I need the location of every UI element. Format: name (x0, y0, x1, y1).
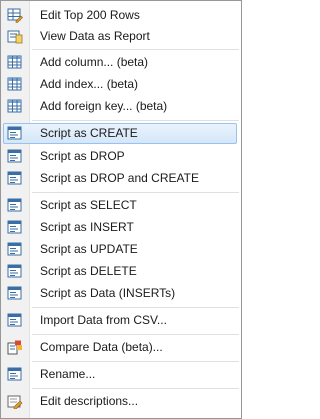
menu-item-script-as-delete[interactable]: Script as DELETE (3, 261, 237, 282)
menu-item-label: Script as DELETE (40, 264, 137, 278)
menu-item-label: Add column... (beta) (40, 55, 149, 69)
menu-item-compare-data[interactable]: Compare Data (beta)... (3, 337, 237, 358)
menu-item-script-as-select[interactable]: Script as SELECT (3, 195, 237, 216)
menu-separator (32, 192, 239, 193)
menu-item-view-data-as-report[interactable]: View Data as Report (3, 26, 237, 47)
menu-item-script-as-insert[interactable]: Script as INSERT (3, 217, 237, 238)
menu-item-label: Rename... (40, 367, 96, 381)
menu-item-label: Import Data from CSV... (40, 313, 167, 327)
menu-item-label: View Data as Report (40, 29, 150, 43)
script-icon (7, 198, 23, 213)
edit-descriptions-icon (7, 394, 23, 410)
table-icon (7, 55, 23, 70)
script-icon (7, 220, 23, 235)
menu-item-label: Script as UPDATE (40, 242, 138, 256)
menu-item-label: Add index... (beta) (40, 77, 139, 91)
menu-item-label: Edit descriptions... (40, 394, 139, 408)
menu-separator (32, 388, 239, 389)
table-icon (7, 99, 23, 114)
menu-item-label: Add foreign key... (beta) (40, 99, 168, 113)
menu-item-label: Script as SELECT (40, 198, 137, 212)
script-icon (7, 126, 23, 141)
menu-item-edit-top-200-rows[interactable]: Edit Top 200 Rows (3, 5, 237, 26)
menu-item-script-as-drop[interactable]: Script as DROP (3, 146, 237, 167)
menu-separator (32, 120, 239, 121)
menu-separator (32, 334, 239, 335)
script-icon (7, 149, 23, 164)
context-menu: Edit Top 200 Rows View Data as Report Ad… (0, 0, 242, 419)
menu-item-label: Script as CREATE (40, 126, 138, 140)
menu-item-add-foreign-key[interactable]: Add foreign key... (beta) (3, 96, 237, 117)
menu-item-rename[interactable]: Rename... (3, 364, 237, 385)
menu-separator (32, 49, 239, 50)
script-icon (7, 264, 23, 279)
compare-icon (7, 340, 23, 355)
script-icon (7, 286, 23, 301)
edit-grid-icon (7, 8, 23, 23)
menu-item-label: Script as DROP and CREATE (40, 171, 199, 185)
script-icon (7, 313, 23, 328)
report-icon (7, 29, 23, 44)
script-icon (7, 171, 23, 186)
menu-item-add-index[interactable]: Add index... (beta) (3, 74, 237, 95)
menu-item-edit-descriptions[interactable]: Edit descriptions... (3, 391, 237, 412)
menu-item-import-data-from-csv[interactable]: Import Data from CSV... (3, 310, 237, 331)
menu-item-script-as-update[interactable]: Script as UPDATE (3, 239, 237, 260)
script-icon (7, 242, 23, 257)
menu-item-script-as-data-inserts[interactable]: Script as Data (INSERTs) (3, 283, 237, 304)
script-icon (7, 367, 23, 382)
menu-separator (32, 307, 239, 308)
menu-item-script-as-create[interactable]: Script as CREATE (3, 123, 237, 144)
menu-separator (32, 361, 239, 362)
menu-item-script-as-drop-and-create[interactable]: Script as DROP and CREATE (3, 168, 237, 189)
menu-item-label: Compare Data (beta)... (40, 340, 163, 354)
menu-item-label: Script as INSERT (40, 220, 134, 234)
table-icon (7, 77, 23, 92)
menu-item-label: Edit Top 200 Rows (40, 8, 140, 22)
menu-item-label: Script as Data (INSERTs) (40, 286, 176, 300)
menu-item-add-column[interactable]: Add column... (beta) (3, 52, 237, 73)
menu-item-label: Script as DROP (40, 149, 125, 163)
